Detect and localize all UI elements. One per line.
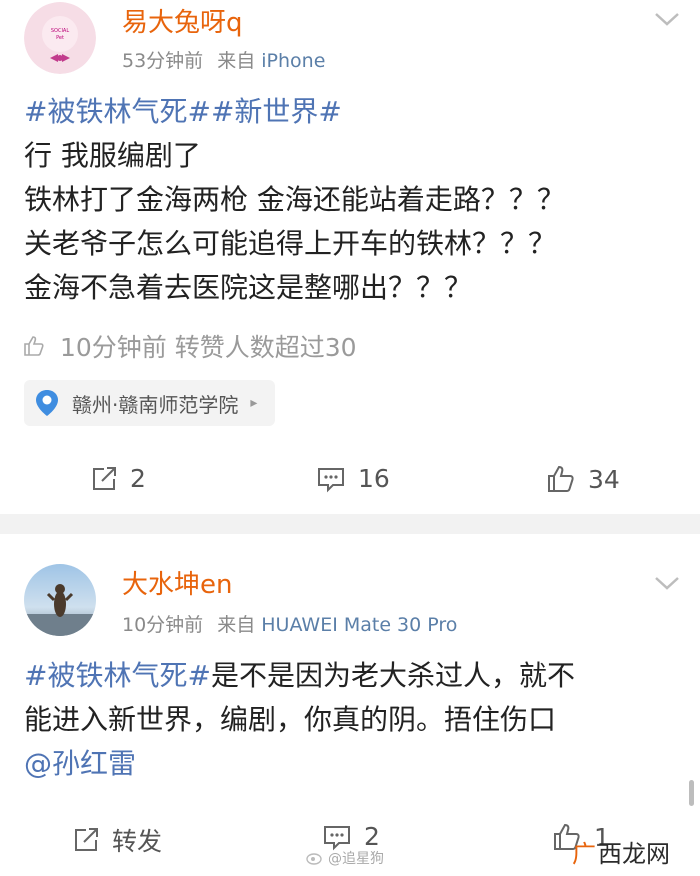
location-text: 赣州·赣南师范学院 [72,392,239,417]
comment-icon [324,825,350,850]
chevron-right-icon: ▸ [250,395,258,411]
device-name: HUAWEI Mate 30 Pro [261,614,458,636]
post-body: #被铁林气死#是不是因为老大杀过人，就不 能进入新世界，编剧，你真的阴。捂住伤口… [24,654,674,786]
body-line: 行 我服编剧了 [24,139,201,172]
svg-text:Pet: Pet [56,35,64,41]
weibo-logo-icon [306,853,322,865]
pig-avatar-icon: SOCIAL Pet [24,2,96,74]
repost-button[interactable]: 2 [90,464,146,493]
post-meta: 53分钟前 来自 iPhone [122,46,325,73]
post-time: 10分钟前 [122,614,204,636]
like-button[interactable]: 34 [546,464,620,494]
device-name: iPhone [261,50,326,72]
site-logo: 广西龙网 [572,834,670,869]
action-bar: 2 16 34 [0,464,700,504]
comment-count: 2 [364,822,380,851]
username[interactable]: 易大兔呀q [122,2,243,39]
hashtag-link[interactable]: #被铁林气死# [24,95,211,128]
bear-avatar-icon [24,564,96,636]
mention-link[interactable]: @孙红雷 [24,742,674,786]
like-count: 34 [588,464,620,494]
svg-text:SOCIAL: SOCIAL [51,28,69,34]
weibo-watermark: @追星狗 [306,848,384,868]
repost-icon [93,466,116,490]
body-line: 金海不急着去医院这是整哪出？？？ [24,271,473,304]
user-avatar[interactable]: SOCIAL Pet [24,2,96,74]
comment-icon [318,467,344,492]
post-time: 53分钟前 [122,50,204,72]
repost-icon [75,828,98,851]
like-icon [548,465,574,492]
hot-info-row: 10分钟前 转赞人数超过30 [22,328,357,364]
watermark-text: @追星狗 [328,851,384,867]
repost-button[interactable]: 转发 [72,822,162,858]
thumb-icon [24,336,44,356]
chevron-down-icon[interactable] [652,568,682,598]
comment-button[interactable]: 2 [322,822,380,851]
username[interactable]: 大水坤en [122,564,232,601]
hot-info-text: 10分钟前 转赞人数超过30 [60,333,357,362]
post-body: #被铁林气死##新世界# 行 我服编剧了 铁林打了金海两枪 金海还能站着走路？？… [24,90,674,310]
body-line: 铁林打了金海两枪 金海还能站着走路？？？ [24,183,565,216]
weibo-post-1: SOCIAL Pet 易大兔呀q 53分钟前 来自 iPhone #被铁林气死##… [0,0,700,514]
location-pin-icon [36,390,58,416]
chevron-down-icon[interactable] [652,4,682,34]
user-avatar[interactable] [24,564,96,636]
comment-count: 16 [358,464,390,493]
repost-count: 2 [130,464,146,493]
body-line: 能进入新世界，编剧，你真的阴。捂住伤口 [24,703,557,736]
body-line: 是不是因为老大杀过人，就不 [210,659,575,692]
comment-button[interactable]: 16 [316,464,390,493]
post-meta: 10分钟前 来自 HUAWEI Mate 30 Pro [122,610,457,637]
location-chip[interactable]: 赣州·赣南师范学院 ▸ [24,380,276,426]
scrollbar[interactable] [689,780,694,806]
source-prefix: 来自 [217,614,256,636]
body-line: 关老爷子怎么可能追得上开车的铁林？？？ [24,227,557,260]
weibo-post-2: 大水坤en 10分钟前 来自 HUAWEI Mate 30 Pro #被铁林气死#… [0,534,700,876]
source-prefix: 来自 [217,50,256,72]
hashtag-link[interactable]: #被铁林气死# [24,659,211,692]
repost-label: 转发 [112,827,163,856]
hashtag-link[interactable]: #新世界# [211,95,342,128]
site-logo-text: 西龙网 [598,840,670,868]
site-logo-char: 广 [572,840,596,868]
